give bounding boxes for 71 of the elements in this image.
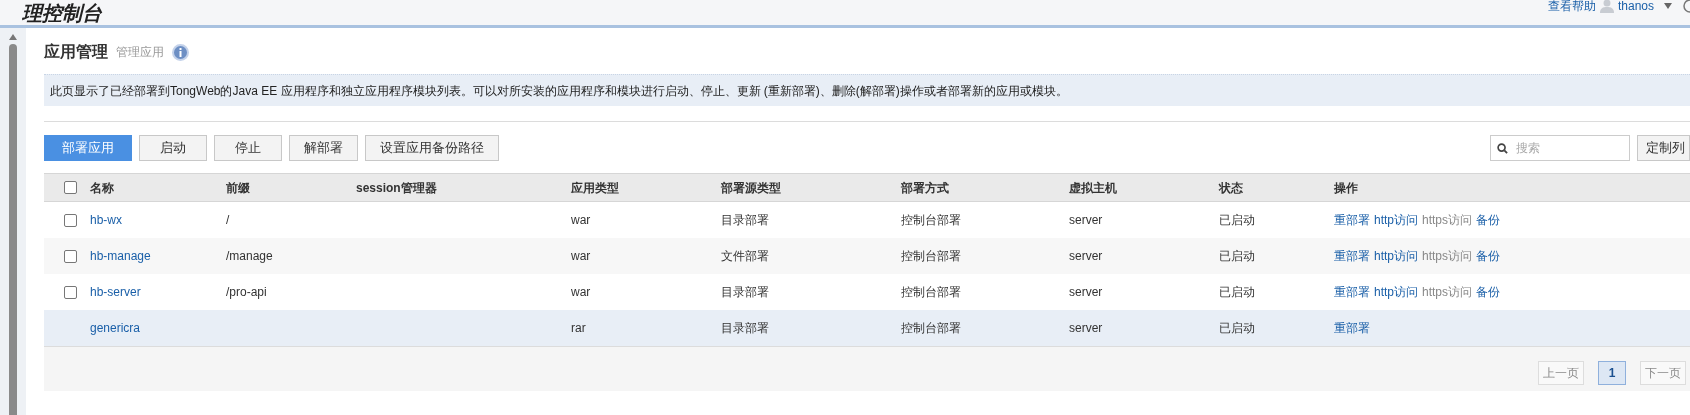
search-input[interactable]: 搜索 — [1516, 139, 1616, 157]
toolbar-button[interactable]: 停止 — [214, 135, 282, 161]
column-header: session管理器 — [356, 180, 437, 195]
table-cell: rar — [571, 321, 586, 335]
action-link[interactable]: 重部署 — [1334, 247, 1370, 265]
table-cell: /pro-api — [226, 285, 267, 299]
column-header: 操作 — [1334, 180, 1358, 195]
action-link[interactable]: http访问 — [1374, 283, 1418, 301]
action-link[interactable]: 重部署 — [1334, 283, 1370, 301]
column-header: 名称 — [90, 180, 114, 195]
table-cell: 已启动 — [1219, 213, 1255, 227]
table-cell: 目录部署 — [721, 285, 769, 299]
app-name-link[interactable]: hb-server — [90, 285, 141, 299]
action-link[interactable]: http访问 — [1374, 211, 1418, 229]
customize-columns-button[interactable]: 定制列 — [1637, 135, 1690, 161]
table-cell: 控制台部署 — [901, 249, 961, 263]
table-cell: server — [1069, 249, 1103, 263]
user-icon — [1599, 0, 1614, 13]
user-name[interactable]: thanos — [1617, 0, 1654, 15]
action-link[interactable]: 重部署 — [1334, 211, 1370, 229]
app-name-link[interactable]: hb-wx — [90, 213, 122, 227]
table-cell: 文件部署 — [721, 249, 769, 263]
table-cell: 目录部署 — [721, 321, 769, 335]
app-title: 理控制台 — [21, 2, 102, 23]
checkbox[interactable] — [63, 213, 77, 227]
table-cell: 控制台部署 — [901, 213, 961, 227]
page-title: 应用管理 — [44, 42, 108, 62]
table-cell: 已启动 — [1219, 321, 1255, 335]
checkbox[interactable] — [63, 285, 77, 299]
column-header: 部署源类型 — [721, 180, 781, 195]
column-header: 部署方式 — [901, 180, 949, 195]
table-cell: 已启动 — [1219, 249, 1255, 263]
info-banner: 此页显示了已经部署到TongWeb的Java EE 应用程序和独立应用程序模块列表。可以对所安装的应用程序和模块进行启动、停止、更新 (重新部署)、删除(解部署)操作或者部署新的应用或模块。 — [44, 74, 1690, 106]
toolbar-button[interactable]: 启动 — [139, 135, 207, 161]
app-name-link[interactable]: hb-manage — [90, 249, 151, 263]
table-cell: /manage — [226, 249, 273, 263]
table-cell: war — [571, 213, 591, 227]
info-icon[interactable] — [172, 43, 189, 61]
table-cell: war — [571, 249, 591, 263]
action-link[interactable]: http访问 — [1374, 247, 1418, 265]
app-name-link[interactable]: genericra — [90, 321, 141, 335]
table-cell: 控制台部署 — [901, 321, 961, 335]
checkbox[interactable] — [63, 181, 77, 194]
column-header: 虚拟主机 — [1069, 180, 1117, 195]
column-header: 前缀 — [226, 180, 250, 195]
page-button[interactable]: 1 — [1598, 361, 1626, 385]
action-link[interactable]: 重部署 — [1334, 319, 1370, 337]
toolbar-button[interactable]: 解部署 — [289, 135, 358, 161]
search-icon — [1497, 142, 1508, 154]
action-link[interactable]: 备份 — [1476, 211, 1501, 229]
table-row[interactable]: genericra rar 目录部署 控制台部署 server 已启动 重部署 — [44, 310, 1690, 346]
column-header: 状态 — [1219, 180, 1243, 195]
toolbar-button[interactable]: 设置应用备份路径 — [365, 135, 499, 161]
table-cell: server — [1069, 213, 1103, 227]
table-cell: 控制台部署 — [901, 285, 961, 299]
table-cell: 已启动 — [1219, 285, 1255, 299]
table-cell: 目录部署 — [721, 213, 769, 227]
help-link[interactable]: 查看帮助 — [1547, 0, 1596, 15]
scroll-up-icon[interactable] — [9, 34, 17, 40]
caret-icon[interactable] — [1664, 2, 1672, 9]
scrollbar-thumb[interactable] — [9, 44, 17, 415]
table-cell: server — [1069, 321, 1103, 335]
table-cell: war — [571, 285, 591, 299]
table-cell: server — [1069, 285, 1103, 299]
column-header: 应用类型 — [571, 180, 619, 195]
checkbox[interactable] — [63, 249, 77, 263]
action-link[interactable]: 备份 — [1476, 283, 1501, 301]
action-link[interactable]: 备份 — [1476, 247, 1501, 265]
table-cell: / — [226, 213, 230, 227]
page-subtitle: 管理应用 — [116, 44, 164, 61]
search-field[interactable]: 搜索 — [1490, 135, 1630, 161]
